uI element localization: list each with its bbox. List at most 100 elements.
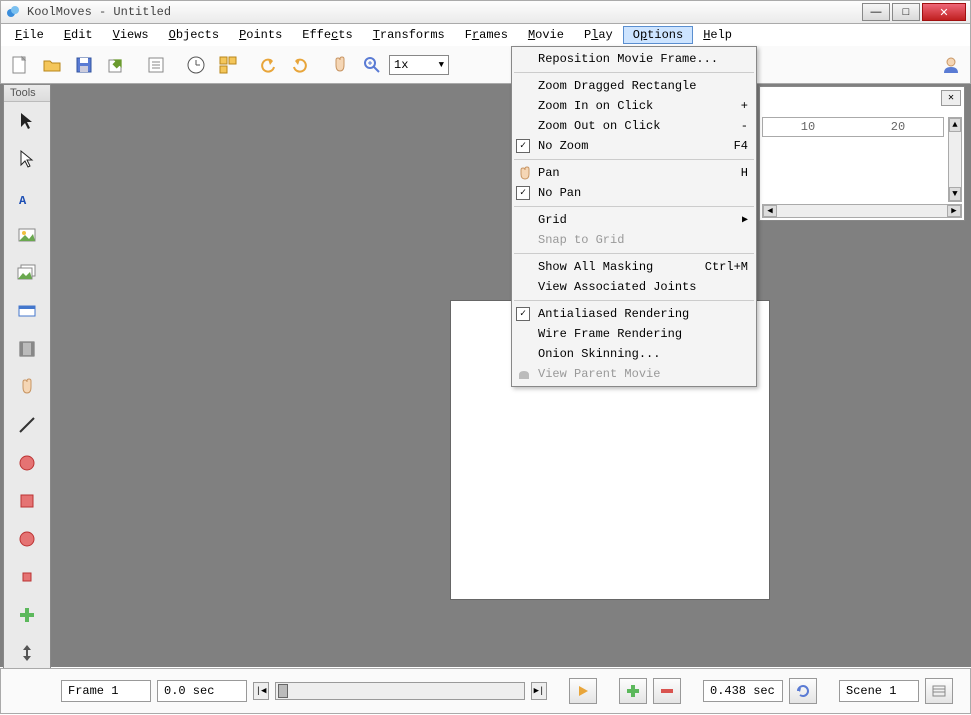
slider-handle[interactable] <box>278 684 288 698</box>
close-button[interactable]: ✕ <box>922 3 966 21</box>
shortcut-label: - <box>721 119 748 133</box>
redo-button[interactable] <box>285 50 315 80</box>
toolbar: 1x ▼ <box>0 46 971 84</box>
menu-options[interactable]: Options <box>623 26 693 44</box>
save-button[interactable] <box>69 50 99 80</box>
tool-square-small[interactable] <box>4 558 50 596</box>
undo-button[interactable] <box>253 50 283 80</box>
scroll-right-icon[interactable]: ▶ <box>947 205 961 217</box>
main-area: Tools A ✕ 10 20 ▲ ▼ <box>0 84 971 667</box>
menu-item-label: Snap to Grid <box>538 233 624 247</box>
timeline-slider[interactable] <box>275 682 525 700</box>
new-button[interactable] <box>5 50 35 80</box>
zoom-select[interactable]: 1x ▼ <box>389 55 449 75</box>
menu-item-zoom-in-on-click[interactable]: Zoom In on Click + <box>512 96 756 116</box>
menu-item-label: Zoom Dragged Rectangle <box>538 79 696 93</box>
menu-item-zoom-out-on-click[interactable]: Zoom Out on Click- <box>512 116 756 136</box>
menu-item-snap-to-grid: Snap to Grid <box>512 230 756 250</box>
menu-item-zoom-dragged-rectangle[interactable]: Zoom Dragged Rectangle <box>512 76 756 96</box>
menu-views[interactable]: Views <box>103 26 159 44</box>
menu-item-label: Wire Frame Rendering <box>538 327 682 341</box>
scroll-left-icon[interactable]: ◀ <box>763 205 777 217</box>
app-icon <box>5 4 21 20</box>
slider-next-button[interactable]: ▶| <box>531 682 547 700</box>
menu-frames[interactable]: Frames <box>455 26 518 44</box>
tool-text[interactable]: A <box>4 178 50 216</box>
tools-panel: Tools A <box>3 84 51 695</box>
menu-item-label: Onion Skinning... <box>538 347 660 361</box>
maximize-button[interactable]: □ <box>892 3 920 21</box>
horizontal-scrollbar[interactable]: ◀ ▶ <box>762 204 962 218</box>
tool-film[interactable] <box>4 330 50 368</box>
tool-arrow-white[interactable] <box>4 140 50 178</box>
menu-item-label: Show All Masking <box>538 260 653 274</box>
menu-item-label: Antialiased Rendering <box>538 307 689 321</box>
menu-item-onion-skinning[interactable]: Onion Skinning... <box>512 344 756 364</box>
menu-help[interactable]: Help <box>693 26 742 44</box>
menu-item-view-associated-joints[interactable]: View Associated Joints <box>512 277 756 297</box>
menu-separator <box>514 72 754 73</box>
menu-play[interactable]: Play <box>574 26 623 44</box>
menu-file[interactable]: File <box>5 26 54 44</box>
menu-effects[interactable]: Effects <box>292 26 362 44</box>
menu-item-label: Zoom In on Click <box>538 99 653 113</box>
tool-image-stack[interactable] <box>4 254 50 292</box>
menu-transforms[interactable]: Transforms <box>363 26 455 44</box>
ruler-mark: 10 <box>801 120 815 134</box>
play-button[interactable] <box>569 678 597 704</box>
properties-button[interactable] <box>141 50 171 80</box>
scroll-down-icon[interactable]: ▼ <box>949 187 961 201</box>
menu-points[interactable]: Points <box>229 26 292 44</box>
panel-close-button[interactable]: ✕ <box>941 90 961 106</box>
menu-movie[interactable]: Movie <box>518 26 574 44</box>
submenu-arrow-icon: ▶ <box>742 214 748 226</box>
clock-button[interactable] <box>181 50 211 80</box>
menu-item-wire-frame-rendering[interactable]: Wire Frame Rendering <box>512 324 756 344</box>
vertical-scrollbar[interactable]: ▲ ▼ <box>948 117 962 202</box>
menu-item-no-pan[interactable]: ✓No Pan <box>512 183 756 203</box>
check-icon: ✓ <box>516 186 530 200</box>
export-button[interactable] <box>101 50 131 80</box>
tool-hand[interactable] <box>4 368 50 406</box>
svg-text:A: A <box>19 194 27 208</box>
scroll-up-icon[interactable]: ▲ <box>949 118 961 132</box>
window-controls: — □ ✕ <box>862 3 966 21</box>
duration-field[interactable]: 0.438 sec <box>703 680 783 702</box>
menu-edit[interactable]: Edit <box>54 26 103 44</box>
menu-item-reposition-movie-frame[interactable]: Reposition Movie Frame... <box>512 49 756 69</box>
slider-prev-button[interactable]: |◀ <box>253 682 269 700</box>
time-field: 0.0 sec <box>157 680 247 702</box>
tool-slideshow[interactable] <box>4 292 50 330</box>
tool-circle2[interactable] <box>4 520 50 558</box>
menu-item-pan[interactable]: PanH <box>512 163 756 183</box>
minimize-button[interactable]: — <box>862 3 890 21</box>
ruler-panel: ✕ 10 20 ▲ ▼ ◀ ▶ <box>759 86 965 221</box>
tool-line[interactable] <box>4 406 50 444</box>
open-button[interactable] <box>37 50 67 80</box>
tool-arrow-updown[interactable] <box>4 634 50 672</box>
tool-arrow[interactable] <box>4 102 50 140</box>
menu-item-show-all-masking[interactable]: Show All MaskingCtrl+M <box>512 257 756 277</box>
zoom-button[interactable] <box>357 50 387 80</box>
tool-rect[interactable] <box>4 482 50 520</box>
scene-list-button[interactable] <box>925 678 953 704</box>
tool-image[interactable] <box>4 216 50 254</box>
shortcut-label: + <box>721 99 748 113</box>
loop-button[interactable] <box>789 678 817 704</box>
menu-objects[interactable]: Objects <box>159 26 229 44</box>
hand-button[interactable] <box>325 50 355 80</box>
menu-item-grid[interactable]: Grid▶ <box>512 210 756 230</box>
tool-circle[interactable] <box>4 444 50 482</box>
scene-field[interactable]: Scene 1 <box>839 680 919 702</box>
remove-frame-button[interactable] <box>653 678 681 704</box>
components-button[interactable] <box>213 50 243 80</box>
user-button[interactable] <box>936 50 966 80</box>
frame-field[interactable]: Frame 1 <box>61 680 151 702</box>
menu-item-no-zoom[interactable]: ✓No ZoomF4 <box>512 136 756 156</box>
add-frame-button[interactable] <box>619 678 647 704</box>
statusbar: Frame 1 0.0 sec |◀ ▶| 0.438 sec Scene 1 <box>0 668 971 714</box>
tool-plus-green[interactable] <box>4 596 50 634</box>
ruler-mark: 20 <box>891 120 905 134</box>
menu-item-antialiased-rendering[interactable]: ✓Antialiased Rendering <box>512 304 756 324</box>
menu-separator <box>514 159 754 160</box>
